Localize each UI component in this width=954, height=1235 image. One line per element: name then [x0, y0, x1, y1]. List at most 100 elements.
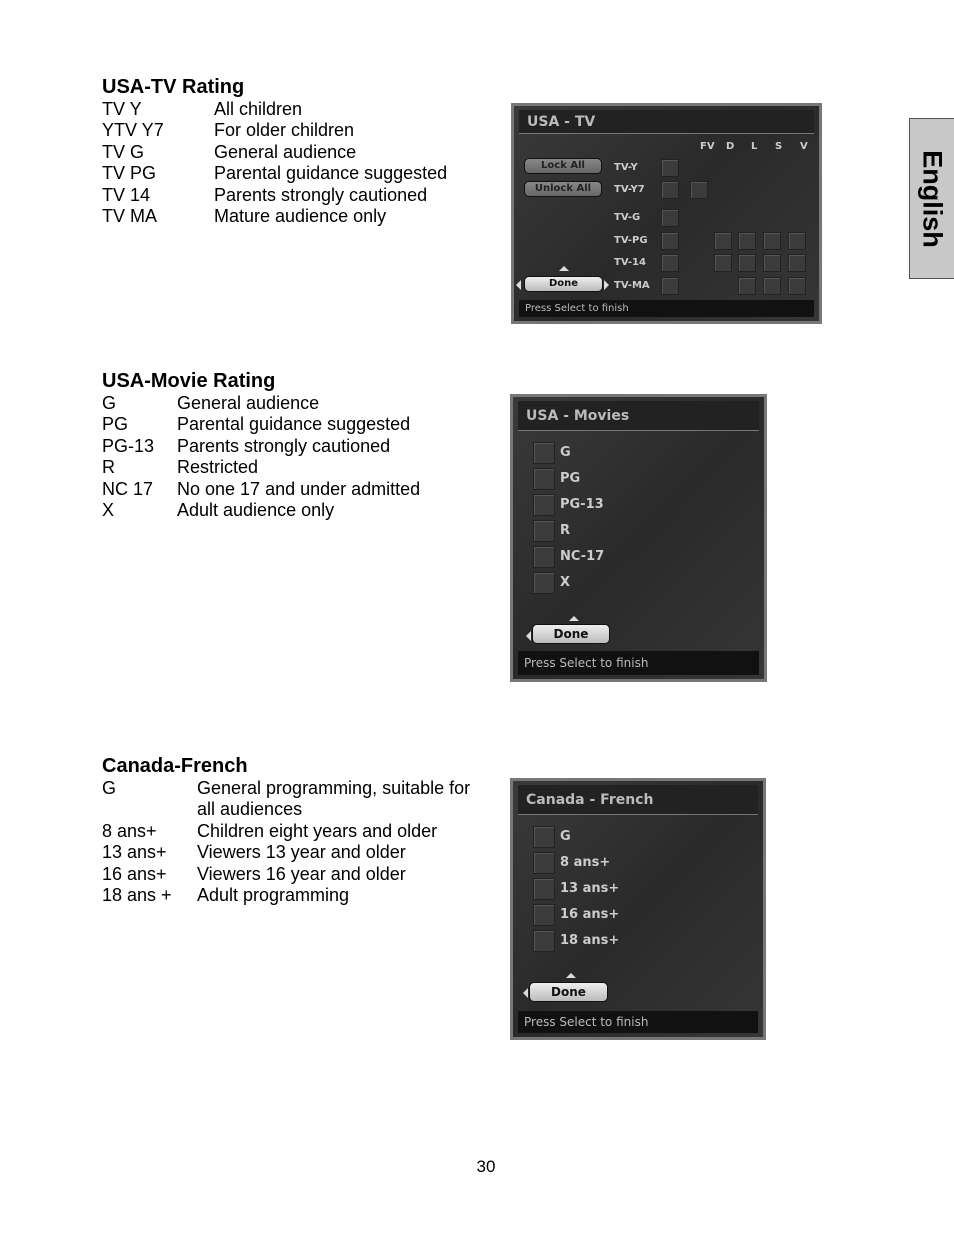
rating-row: G General audience	[102, 393, 420, 414]
rating-label: PG	[560, 471, 581, 486]
section-heading: USA-TV Rating	[102, 76, 245, 98]
rating-code: 16 ans+	[102, 863, 167, 884]
rating-lock-checkbox[interactable]	[661, 232, 679, 250]
left-arrow-icon	[516, 280, 521, 290]
rating-description: For older children	[214, 120, 355, 141]
rating-code: R	[102, 457, 115, 478]
rating-lock-checkbox[interactable]	[533, 494, 555, 516]
rating-description: Adult programming	[197, 885, 350, 906]
column-header: FV	[700, 141, 715, 152]
rating-row: TV Y All children	[102, 99, 447, 120]
section-heading: USA-Movie Rating	[102, 370, 276, 392]
screen-title: Canada - French	[518, 785, 758, 815]
status-bar: Press Select to finish	[518, 1011, 758, 1033]
content-lock-checkbox[interactable]	[763, 254, 781, 272]
rating-code: 13 ans+	[102, 842, 167, 863]
up-arrow-icon	[566, 973, 576, 978]
content-lock-checkbox[interactable]	[788, 232, 806, 250]
content-lock-checkbox[interactable]	[738, 232, 756, 250]
content-lock-checkbox[interactable]	[738, 277, 756, 295]
rating-label: 13 ans+	[560, 881, 620, 896]
rating-row: PG Parental guidance suggested	[102, 414, 420, 435]
rating-label: 8 ans+	[560, 855, 611, 870]
content-lock-checkbox[interactable]	[738, 254, 756, 272]
rating-code: TV 14	[102, 184, 151, 205]
rating-description: All children	[214, 99, 303, 119]
unlock-all-button[interactable]: Unlock All	[524, 181, 602, 197]
rating-lock-checkbox[interactable]	[533, 878, 555, 900]
rating-row: YTV Y7 For older children	[102, 120, 447, 141]
rating-lock-checkbox[interactable]	[533, 826, 555, 848]
language-tab: English	[909, 118, 954, 279]
canada-french-screen: Canada - French Done Press Select to fin…	[510, 778, 766, 1040]
rating-lock-checkbox[interactable]	[533, 852, 555, 874]
rating-code: NC 17	[102, 478, 154, 499]
rating-row: X Adult audience only	[102, 500, 420, 521]
done-button[interactable]: Done	[532, 624, 610, 644]
rating-lock-checkbox[interactable]	[661, 254, 679, 272]
usa-tv-section: USA-TV Rating TV Y All children YTV Y7 For o…	[102, 75, 447, 227]
content-lock-checkbox[interactable]	[690, 181, 708, 199]
rating-lock-checkbox[interactable]	[661, 277, 679, 295]
rating-code: 18 ans +	[102, 885, 172, 906]
content-lock-checkbox[interactable]	[714, 232, 732, 250]
content-lock-checkbox[interactable]	[788, 277, 806, 295]
rating-code: G	[102, 393, 117, 413]
rating-label: TV-PG	[614, 235, 648, 246]
column-header: V	[800, 141, 808, 152]
rating-lock-checkbox[interactable]	[533, 442, 555, 464]
up-arrow-icon	[559, 266, 569, 271]
rating-code: YTV Y7	[102, 120, 164, 141]
content-lock-checkbox[interactable]	[788, 254, 806, 272]
rating-lock-checkbox[interactable]	[533, 468, 555, 490]
content-lock-checkbox[interactable]	[763, 232, 781, 250]
rating-label: TV-Y7	[614, 184, 645, 195]
rating-lock-checkbox[interactable]	[533, 572, 555, 594]
rating-lock-checkbox[interactable]	[661, 209, 679, 227]
column-header: L	[751, 141, 758, 152]
done-button[interactable]: Done	[524, 276, 603, 292]
column-header: D	[726, 141, 735, 152]
rating-description: Viewers 16 year and older	[197, 863, 406, 884]
rating-row: G General programming, suitable for all a…	[102, 778, 487, 821]
rating-description: Children eight years and older	[197, 820, 438, 841]
rating-row: 8 ans+ Children eight years and older	[102, 821, 487, 842]
section-heading: Canada-French	[102, 755, 248, 777]
status-bar: Press Select to finish	[519, 300, 814, 317]
up-arrow-icon	[569, 616, 579, 621]
rating-label: TV-G	[614, 212, 641, 223]
done-button[interactable]: Done	[529, 982, 608, 1002]
rating-row: TV 14 Parents strongly cautioned	[102, 185, 447, 206]
rating-lock-checkbox[interactable]	[533, 904, 555, 926]
rating-description: General programming, suitable for all au…	[197, 778, 471, 820]
rating-lock-checkbox[interactable]	[661, 181, 679, 199]
screen-title: USA - Movies	[518, 401, 759, 431]
rating-lock-checkbox[interactable]	[661, 159, 679, 177]
rating-description: General audience	[177, 393, 320, 413]
rating-code: TV PG	[102, 163, 157, 184]
usa-movie-section: USA-Movie Rating G General audience PG Paren…	[102, 369, 420, 521]
rating-label: NC-17	[560, 549, 605, 564]
rating-description: General audience	[214, 141, 357, 162]
rating-code: PG	[102, 414, 129, 435]
rating-lock-checkbox[interactable]	[533, 520, 555, 542]
rating-label: X	[560, 575, 571, 590]
rating-row: PG-13 Parents strongly cautioned	[102, 436, 420, 457]
rating-row: TV PG Parental guidance suggested	[102, 163, 447, 184]
rating-label: PG-13	[560, 497, 604, 512]
rating-row: NC 17 No one 17 and under admitted	[102, 479, 420, 500]
content-lock-checkbox[interactable]	[714, 254, 732, 272]
content-lock-checkbox[interactable]	[763, 277, 781, 295]
rating-code: PG-13	[102, 435, 155, 456]
rating-code: G	[102, 778, 117, 798]
rating-row: 18 ans + Adult programming	[102, 885, 487, 906]
rating-label: R	[560, 523, 571, 538]
lock-all-button[interactable]: Lock All	[524, 158, 602, 174]
right-arrow-icon	[604, 280, 609, 290]
rating-row: TV G General audience	[102, 142, 447, 163]
language-tab-label: English	[917, 149, 948, 248]
rating-label: G	[560, 445, 571, 460]
rating-lock-checkbox[interactable]	[533, 930, 555, 952]
page-number: 30	[476, 1157, 496, 1176]
rating-lock-checkbox[interactable]	[533, 546, 555, 568]
